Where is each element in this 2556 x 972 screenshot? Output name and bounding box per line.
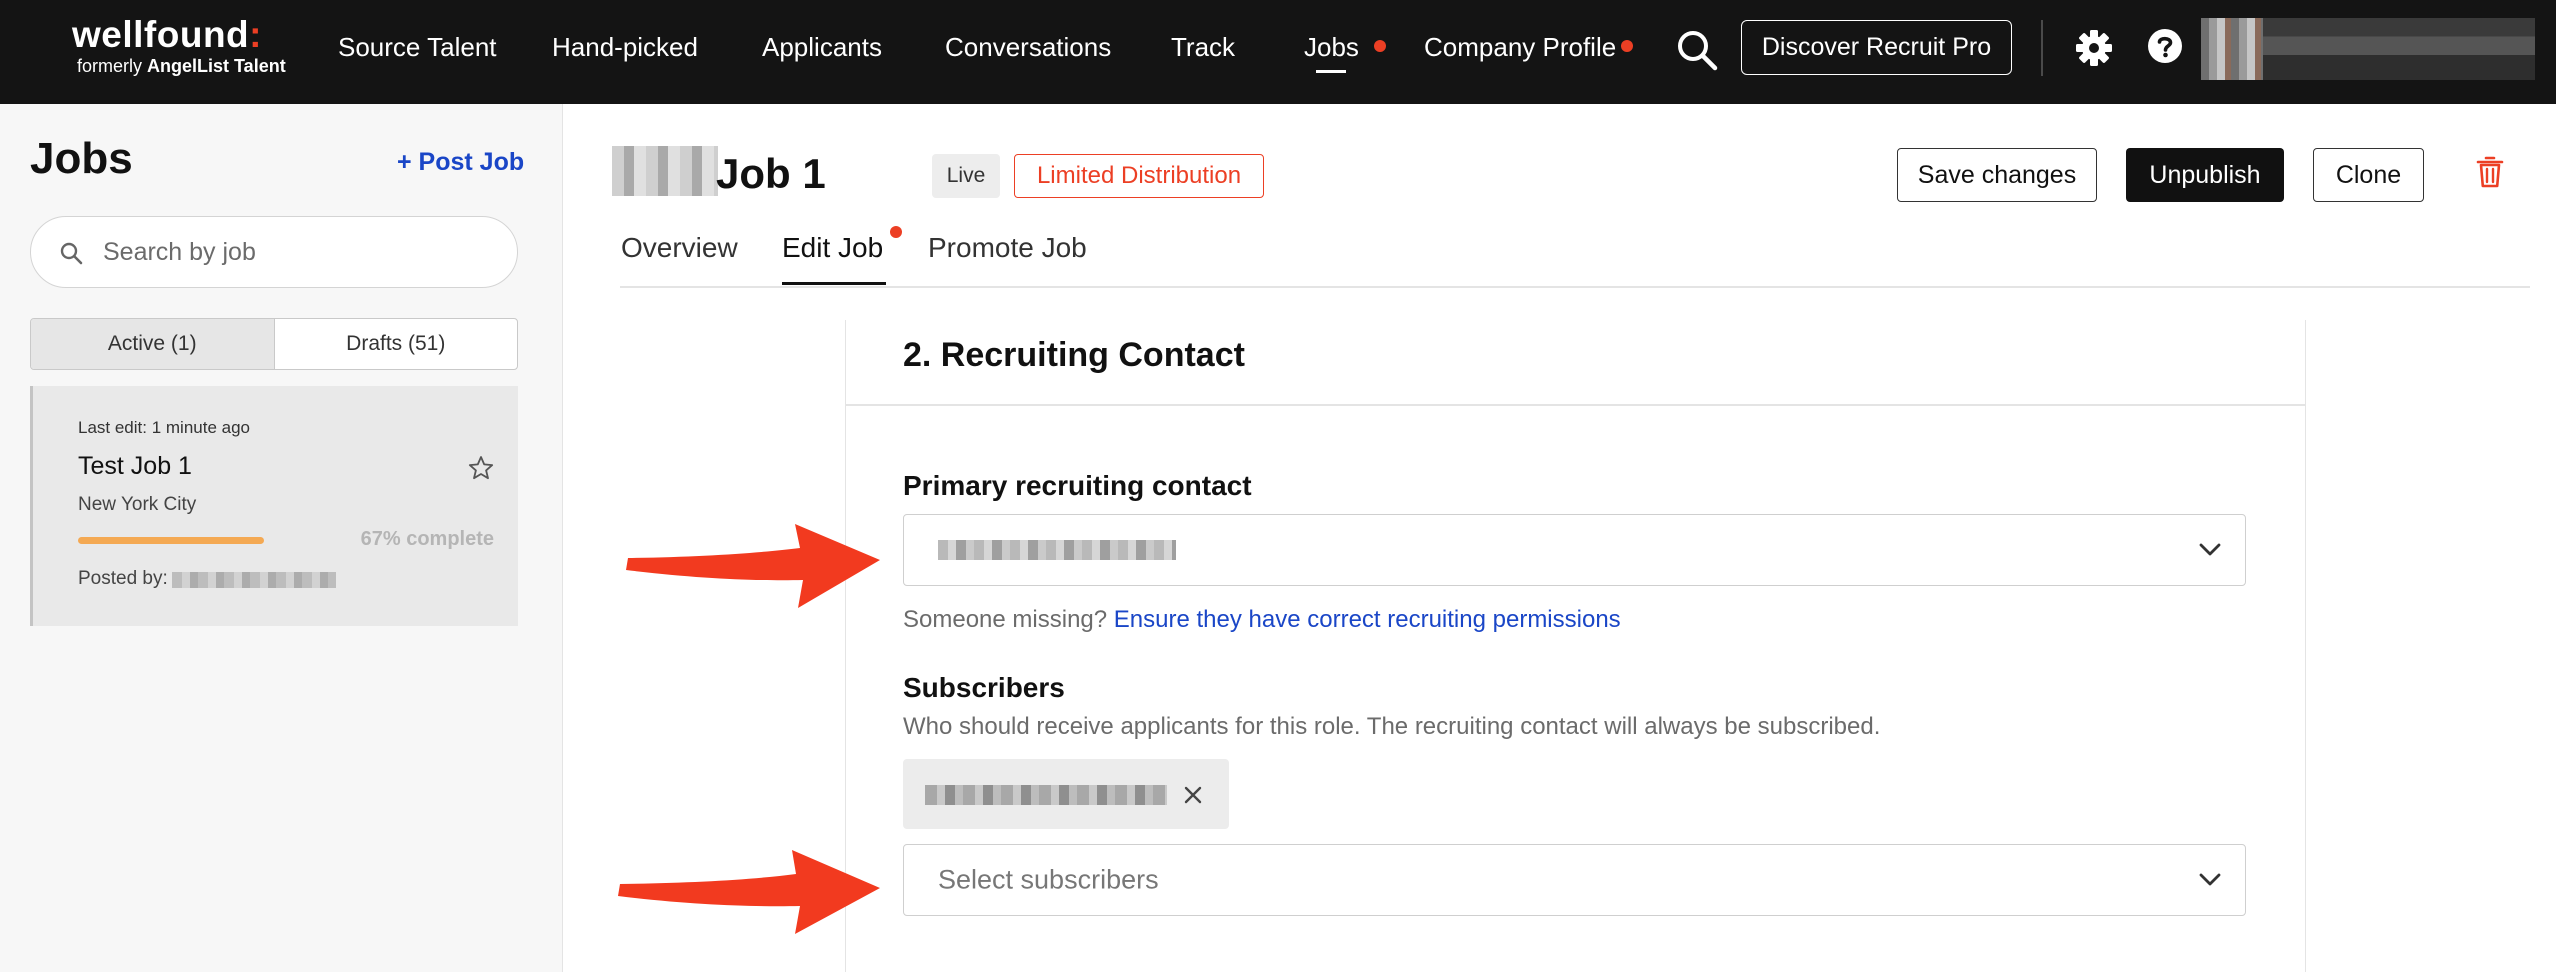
completion-progress-bar [78,537,264,544]
jobs-notification-dot [1374,40,1386,52]
search-icon [60,242,83,265]
company-profile-notification-dot [1621,40,1633,52]
sidebar-title: Jobs [30,134,133,183]
search-input[interactable] [103,235,493,269]
user-name-redacted [2263,18,2535,80]
nav-link-track[interactable]: Track [1171,32,1235,63]
help-icon[interactable] [2147,28,2183,64]
missing-text: Someone missing? [903,606,1108,633]
star-icon[interactable] [468,455,494,481]
discover-recruit-pro-button[interactable]: Discover Recruit Pro [1741,20,2012,75]
tab-overview[interactable]: Overview [621,232,738,264]
section-divider [845,404,2306,406]
user-profile-menu[interactable] [2201,18,2535,80]
post-job-link[interactable]: + Post Job [397,148,524,177]
close-icon[interactable] [1183,785,1203,805]
clone-button[interactable]: Clone [2313,148,2424,202]
arrow-primary-contact [626,524,880,608]
active-nav-underline [1316,70,1346,73]
last-edit-time: Last edit: 1 minute ago [78,418,251,437]
active-tab-underline [782,282,886,285]
nav-link-conversations[interactable]: Conversations [945,32,1111,63]
primary-contact-select[interactable] [903,514,2246,586]
tab-active-jobs[interactable]: Active (1) [31,319,275,369]
job-status-tabs: Active (1) Drafts (51) [30,318,518,370]
page-title: Job 1 [716,150,826,197]
job-card-title: Test Job 1 [78,452,192,480]
trash-icon[interactable] [2475,155,2505,189]
posted-by-label: Posted by: [78,568,168,589]
save-changes-button[interactable]: Save changes [1897,148,2097,202]
arrow-subscribers [618,850,880,934]
subscribers-description: Who should receive applicants for this r… [903,713,1881,740]
tab-draft-jobs[interactable]: Drafts (51) [275,319,518,369]
nav-link-applicants[interactable]: Applicants [762,32,882,63]
logo-subtitle: formerly AngelList Talent [77,56,286,76]
wellfound-logo[interactable]: wellfound: [72,14,262,56]
subscribers-select[interactable]: Select subscribers [903,844,2246,916]
unpublish-button[interactable]: Unpublish [2126,148,2284,202]
permissions-link[interactable]: Ensure they have correct recruiting perm… [1114,606,1621,633]
selected-contact-redacted [938,540,1176,560]
tab-promote-job[interactable]: Promote Job [928,232,1087,264]
edit-job-notification-dot [890,226,902,238]
section-title: 2. Recruiting Contact [903,336,1245,374]
search-icon[interactable] [1676,29,1718,71]
tab-edit-job[interactable]: Edit Job [782,232,883,264]
gear-icon[interactable] [2075,29,2113,67]
permissions-help: Someone missing? Ensure they have correc… [903,606,1621,634]
completion-label: 67% complete [360,528,494,550]
nav-separator [2041,20,2043,76]
avatar [2201,18,2263,80]
distribution-badge: Limited Distribution [1014,154,1264,198]
chevron-down-icon [2199,543,2221,556]
top-navigation-bar: wellfound: formerly AngelList Talent Sou… [0,0,2556,104]
posted-by-name-redacted [172,572,336,588]
job-card[interactable]: Last edit: 1 minute ago Test Job 1 New Y… [30,386,518,626]
nav-link-company-profile[interactable]: Company Profile [1424,32,1616,63]
primary-contact-label: Primary recruiting contact [903,470,1252,501]
subscriber-name-redacted [925,785,1167,805]
tab-divider [620,286,2530,288]
status-badge: Live [932,154,1000,198]
company-name-redacted [612,146,718,196]
chevron-down-icon [2199,873,2221,886]
job-card-location: New York City [78,494,197,515]
nav-link-jobs[interactable]: Jobs [1304,32,1359,63]
subscribers-placeholder: Select subscribers [938,864,1159,895]
subscribers-label: Subscribers [903,672,1065,703]
subscriber-chip [903,759,1229,829]
nav-link-hand-picked[interactable]: Hand-picked [552,32,698,63]
nav-link-source-talent[interactable]: Source Talent [338,32,497,63]
job-search-box[interactable] [30,216,518,288]
jobs-sidebar: Jobs + Post Job Active (1) Drafts (51) L… [0,104,563,972]
